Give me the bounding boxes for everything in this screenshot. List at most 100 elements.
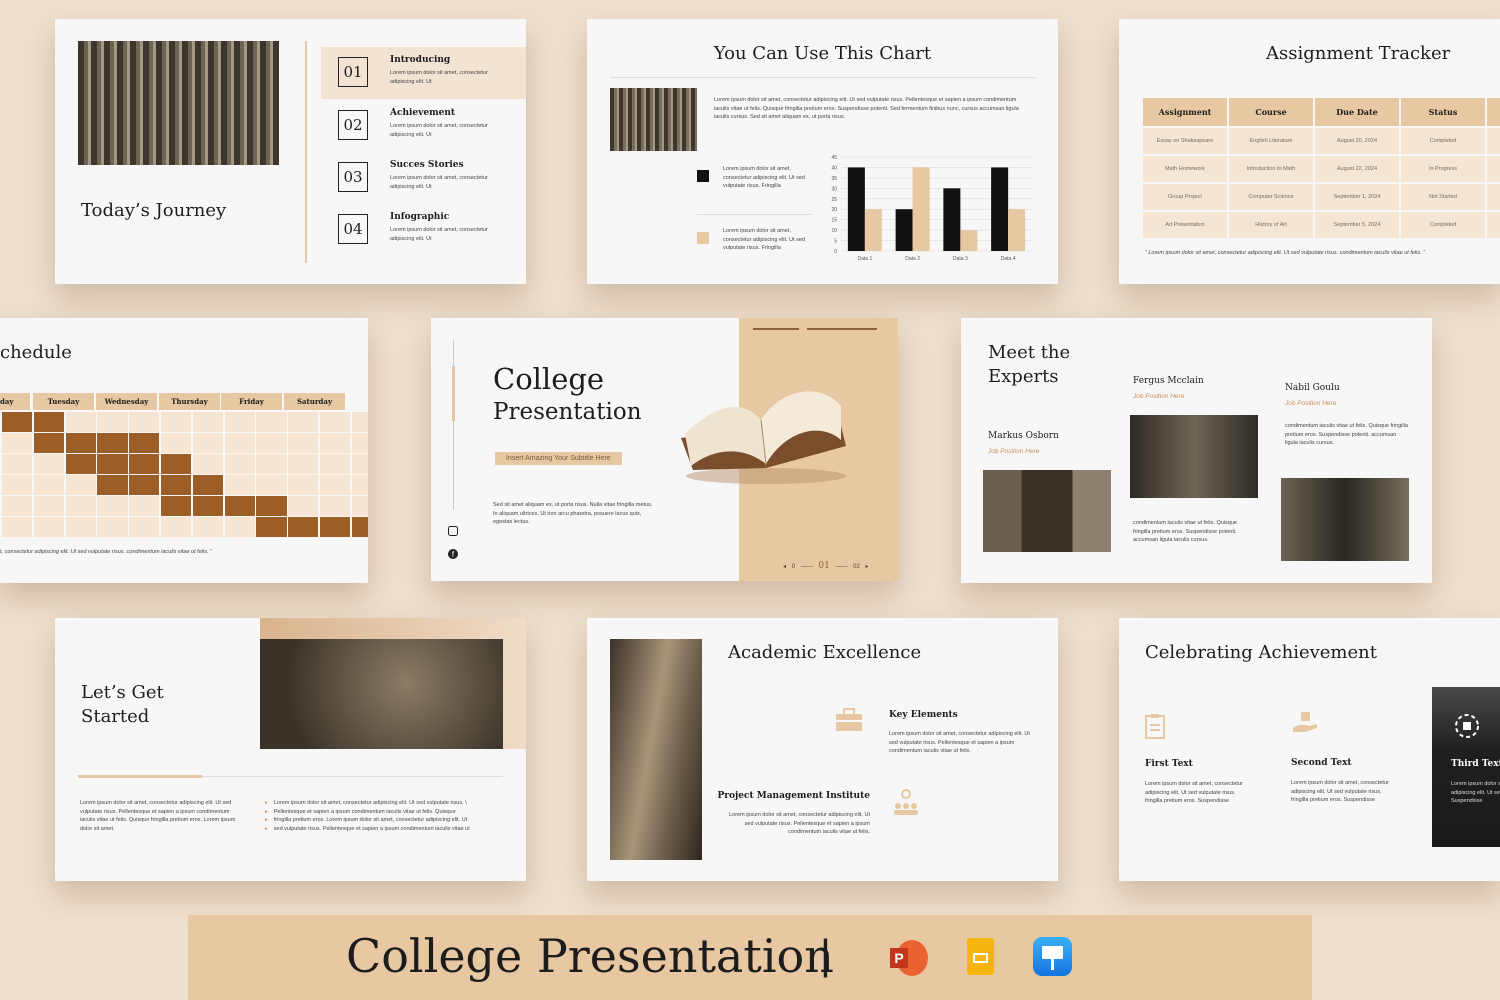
bullet-arrow-icon: ▸: [265, 817, 268, 824]
schedule-cell: [224, 433, 255, 453]
schedule-cell: [33, 475, 65, 495]
expert-photo: [1281, 478, 1409, 561]
expert-bio: condimentum iaculis vitae ut felis. Quis…: [1285, 423, 1408, 447]
schedule-cell: [256, 475, 287, 495]
table-cell: Not Started: [1399, 182, 1487, 212]
table-cell: August 20, 2024: [1313, 126, 1401, 156]
schedule-cell: [351, 454, 368, 474]
schedule-cell: [2, 433, 33, 453]
schedule-cell: [65, 412, 96, 432]
agenda-text: Lorem ipsum dolor sit amet, consectetur …: [390, 70, 488, 85]
agenda-text: Lorem ipsum dolor sit amet, consectetur …: [390, 227, 488, 242]
banner-title: College Presentation: [346, 929, 834, 983]
column-header: Due Date: [1313, 96, 1401, 128]
schedule-cell: [319, 454, 351, 474]
schedule-cell: [65, 433, 96, 453]
table-cell: September 1, 2024: [1313, 182, 1401, 212]
clipboard-icon: [1145, 714, 1165, 739]
list-item: ▸ fringilla pretium eros. Lorem ipsum dol…: [265, 816, 510, 825]
list-item: ▸ Lorem ipsum dolor sit amet, consectetur…: [265, 799, 510, 808]
y-tick-label: 5: [834, 239, 837, 245]
prev-arrow-icon[interactable]: ◂: [783, 564, 786, 570]
schedule-cell: [97, 433, 128, 453]
table-cell: [1485, 154, 1500, 184]
y-tick-label: 10: [831, 228, 837, 234]
statue-photo: [610, 639, 702, 860]
slide-get-started: Let’s Get Started Lorem ipsum dolor sit …: [55, 618, 526, 881]
schedule-cell: [224, 412, 255, 432]
schedule-grid: [2, 412, 368, 537]
powerpoint-icon[interactable]: P: [890, 940, 928, 976]
schedule-cell: [160, 454, 192, 474]
slide-title-line2: Started: [81, 706, 150, 727]
schedule-cell: [351, 496, 368, 516]
cover-body: Sed sit amet aliquam ex, ut porta risus.…: [493, 502, 653, 526]
next-arrow-icon[interactable]: ▸: [866, 564, 869, 570]
slide-cover: College Presentation Insert Amazing Your…: [431, 318, 898, 581]
list-item: ▸ Pellentesque et sapien a ipsum condimen…: [265, 808, 510, 817]
schedule-cell: [33, 496, 65, 516]
library-reader-photo: [610, 88, 697, 151]
y-tick-label: 35: [831, 176, 837, 182]
agenda-item[interactable]: 04 Infographic Lorem ipsum dolor sit ame…: [321, 204, 526, 256]
agenda-item[interactable]: 01 Introducing Lorem ipsum dolor sit ame…: [321, 47, 526, 99]
library-reader-photo: [78, 41, 279, 165]
x-tick-label: Data 1: [858, 256, 873, 262]
pagination[interactable]: ◂ 0 —— 01 —— 02 ▸: [783, 561, 869, 571]
item-title: Second Text: [1291, 758, 1352, 768]
slide-experts: Meet the Experts Markus Osborn Job Posit…: [961, 318, 1432, 583]
schedule-cell: [288, 496, 319, 516]
schedule-cell: [65, 475, 96, 495]
table-cell: September 5, 2024: [1313, 210, 1401, 240]
hand-box-icon: [1293, 712, 1317, 732]
x-tick-label: Data 2: [905, 256, 920, 262]
schedule-cell: [319, 412, 351, 432]
agenda-text: Lorem ipsum dolor sit amet, consectetur …: [390, 123, 488, 138]
y-tick-label: 30: [831, 186, 837, 192]
schedule-cell: [129, 433, 160, 453]
keynote-icon[interactable]: [1033, 937, 1072, 976]
schedule-cell: [33, 433, 65, 453]
instagram-icon[interactable]: [448, 526, 458, 536]
slide-title-line1: Let’s Get: [81, 682, 164, 703]
list-item: ▸ sed vulputate risus. Pellentesque et sa…: [265, 825, 510, 834]
agenda-item[interactable]: 02 Achievement Lorem ipsum dolor sit ame…: [321, 100, 526, 152]
table-row: Essay on Shakespeare English Literature …: [1141, 126, 1500, 156]
schedule-cell: [97, 412, 128, 432]
page-prev[interactable]: 0: [792, 564, 795, 570]
reading-room-photo: [260, 639, 503, 749]
page-next[interactable]: 02: [853, 564, 860, 570]
slide-title-line1: Meet the: [988, 342, 1071, 363]
bar: [912, 167, 930, 251]
schedule-cell: [319, 496, 351, 516]
agenda-item[interactable]: 03 Succes Stories Lorem ipsum dolor sit …: [321, 152, 526, 204]
bullet-text: sed vulputate risus. Pellentesque et sap…: [273, 825, 470, 832]
schedule-cell: [192, 496, 224, 516]
page-current: 01: [818, 561, 830, 571]
google-slides-icon[interactable]: [967, 938, 994, 975]
facebook-icon[interactable]: f: [448, 549, 458, 559]
table-cell: [1485, 182, 1500, 212]
section-rule-accent: [78, 775, 202, 778]
bullet-list: ▸ Lorem ipsum dolor sit amet, consectetur…: [265, 799, 510, 833]
cover-accent-rule: [452, 366, 455, 421]
bullet-arrow-icon: ▸: [265, 808, 268, 815]
subtitle-badge[interactable]: Insert Amazing Your Subtitle Here: [495, 452, 622, 465]
cover-deco-line: [807, 328, 877, 330]
schedule-cell: [33, 517, 65, 537]
table-cell: Art Presentation: [1141, 210, 1229, 240]
settings-cube-icon: [1455, 714, 1479, 738]
intro-text: Lorem ipsum dolor sit amet, consectetur …: [80, 800, 236, 832]
agenda-title: Introducing: [390, 55, 451, 65]
day-header: Saturday: [284, 393, 345, 410]
title-rule: [610, 77, 1035, 78]
day-header: day: [0, 393, 30, 410]
schedule-cell: [288, 517, 319, 537]
schedule-cell: [65, 454, 96, 474]
bar: [991, 167, 1009, 251]
y-tick-label: 20: [831, 207, 837, 213]
team-location-icon: [894, 789, 918, 815]
schedule-cell: [129, 454, 160, 474]
expert-role: Job Position Here: [988, 448, 1040, 455]
schedule-cell: [256, 517, 287, 537]
